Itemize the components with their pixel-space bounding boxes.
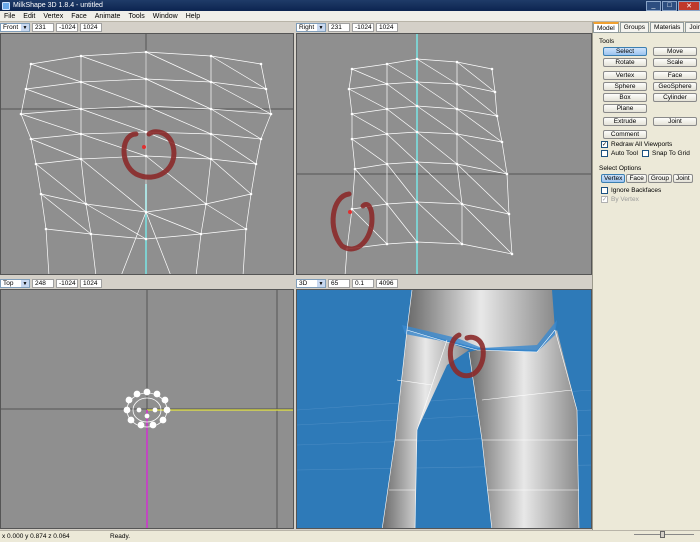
right-view-select[interactable]: Right ▼ — [296, 23, 326, 32]
front-view-select[interactable]: Front ▼ — [0, 23, 30, 32]
top-viewport-toolbar: Top ▼ 248 -1024 1024 — [0, 278, 295, 289]
top-zoom-field[interactable]: 248 — [32, 279, 54, 288]
rotate-tool-button[interactable]: Rotate — [603, 58, 647, 67]
right-mesh-wireframe — [297, 34, 591, 274]
extrude-tool-button[interactable]: Extrude — [603, 117, 647, 126]
redraw-all-viewports-checkbox[interactable]: ✓ Redraw All Viewports — [601, 141, 696, 148]
tab-joints[interactable]: Joints — [685, 22, 700, 32]
menu-vertex[interactable]: Vertex — [39, 13, 67, 20]
panel-tabs: Model Groups Materials Joints — [593, 22, 700, 33]
front-viewport[interactable] — [0, 33, 294, 275]
chevron-down-icon: ▼ — [21, 24, 29, 31]
tab-groups[interactable]: Groups — [619, 22, 650, 32]
menu-file[interactable]: File — [0, 13, 19, 20]
perspective-mesh-render — [297, 290, 591, 528]
front-mesh-wireframe — [1, 34, 293, 274]
select-mode-face[interactable]: Face — [626, 174, 647, 183]
checkmark-icon: ✓ — [601, 196, 608, 203]
front-min-field[interactable]: -1024 — [56, 23, 78, 32]
plane-tool-button[interactable]: Plane — [603, 104, 647, 113]
model-panel: Model Groups Materials Joints Tools Sele… — [592, 22, 700, 530]
chevron-down-icon: ▼ — [21, 280, 29, 287]
box-tool-button[interactable]: Box — [603, 93, 647, 102]
menu-face[interactable]: Face — [67, 13, 91, 20]
auto-tool-checkbox[interactable]: Auto Tool — [601, 150, 638, 157]
by-vertex-checkbox: ✓ By Vertex — [601, 196, 639, 203]
perspective-viewport[interactable] — [296, 289, 592, 529]
top-max-field[interactable]: 1024 — [80, 279, 102, 288]
front-zoom-field[interactable]: 231 — [32, 23, 54, 32]
close-button[interactable]: ✕ — [678, 0, 700, 11]
select-mode-joint[interactable]: Joint — [672, 174, 693, 183]
select-tool-button[interactable]: Select — [603, 47, 647, 56]
right-zoom-field[interactable]: 231 — [328, 23, 350, 32]
chevron-down-icon: ▼ — [317, 280, 325, 287]
status-text: Ready. — [110, 533, 131, 540]
select-mode-group[interactable]: Group — [647, 174, 672, 183]
right-max-field[interactable]: 1024 — [376, 23, 398, 32]
top-mesh-wireframe — [1, 290, 293, 528]
animation-slider[interactable] — [634, 530, 694, 540]
select-mode-vertex[interactable]: Vertex — [601, 174, 626, 183]
tab-model[interactable]: Model — [593, 22, 619, 32]
front-viewport-toolbar: Front ▼ 231 -1024 1024 — [0, 22, 295, 33]
perspective-view-select[interactable]: 3D ▼ — [296, 279, 326, 288]
top-viewport[interactable] — [0, 289, 294, 529]
menu-help[interactable]: Help — [182, 13, 204, 20]
tab-materials[interactable]: Materials — [650, 22, 685, 32]
menu-bar: File Edit Vertex Face Animate Tools Wind… — [0, 11, 700, 22]
sphere-tool-button[interactable]: Sphere — [603, 82, 647, 91]
geosphere-tool-button[interactable]: GeoSphere — [653, 82, 697, 91]
coordinates-readout: x 0.000 y 0.874 z 0.064 — [2, 533, 70, 540]
top-min-field[interactable]: -1024 — [56, 279, 78, 288]
annotation-circle-front — [121, 129, 177, 180]
move-tool-button[interactable]: Move — [653, 47, 697, 56]
perspective-near-field[interactable]: 0.1 — [352, 279, 374, 288]
ignore-backfaces-checkbox[interactable]: Ignore Backfaces — [601, 187, 696, 194]
status-bar: x 0.000 y 0.874 z 0.064 Ready. — [0, 530, 700, 542]
comment-button[interactable]: Comment — [603, 130, 647, 139]
perspective-viewport-toolbar: 3D ▼ 65 0.1 4096 — [296, 278, 592, 289]
vertex-tool-button[interactable]: Vertex — [603, 71, 647, 80]
cylinder-tool-button[interactable]: Cylinder — [653, 93, 697, 102]
title-bar: MilkShape 3D 1.8.4 - untitled _ □ ✕ — [0, 0, 700, 11]
perspective-far-field[interactable]: 4096 — [376, 279, 398, 288]
checkmark-icon: ✓ — [601, 141, 608, 148]
maximize-button[interactable]: □ — [662, 0, 677, 11]
select-options-label: Select Options — [599, 165, 642, 172]
minimize-button[interactable]: _ — [646, 0, 661, 11]
slider-thumb[interactable] — [660, 530, 665, 538]
snap-to-grid-checkbox[interactable]: Snap To Grid — [641, 150, 690, 157]
face-tool-button[interactable]: Face — [653, 71, 697, 80]
menu-window[interactable]: Window — [149, 13, 182, 20]
tools-label: Tools — [599, 38, 615, 45]
chevron-down-icon: ▼ — [317, 24, 325, 31]
window-title: MilkShape 3D 1.8.4 - untitled — [13, 2, 103, 9]
right-viewport-toolbar: Right ▼ 231 -1024 1024 — [296, 22, 592, 33]
right-min-field[interactable]: -1024 — [352, 23, 374, 32]
perspective-fov-field[interactable]: 65 — [328, 279, 350, 288]
menu-animate[interactable]: Animate — [91, 13, 125, 20]
menu-tools[interactable]: Tools — [124, 13, 148, 20]
scale-tool-button[interactable]: Scale — [653, 58, 697, 67]
top-view-select[interactable]: Top ▼ — [0, 279, 30, 288]
menu-edit[interactable]: Edit — [19, 13, 39, 20]
right-viewport[interactable] — [296, 33, 592, 275]
joint-tool-button[interactable]: Joint — [653, 117, 697, 126]
front-max-field[interactable]: 1024 — [80, 23, 102, 32]
app-icon — [2, 1, 10, 10]
